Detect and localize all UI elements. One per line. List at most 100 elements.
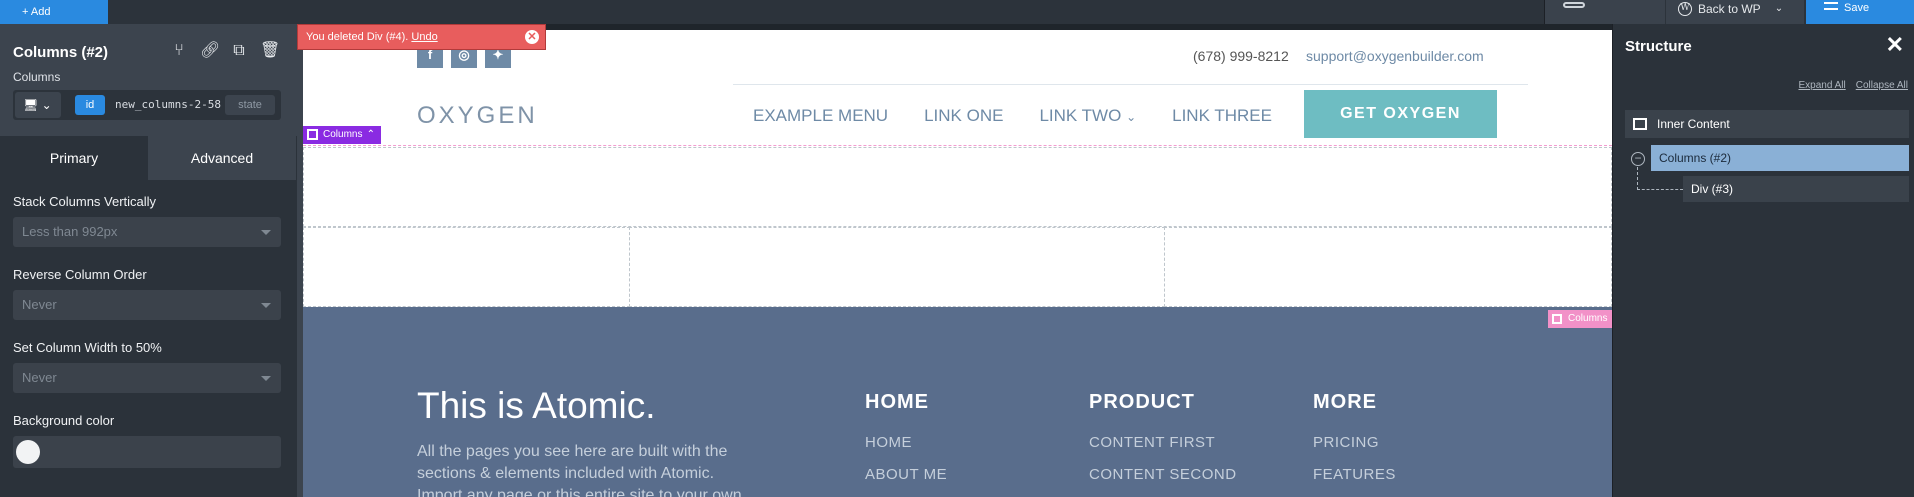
wordpress-icon: W bbox=[1678, 2, 1692, 16]
footer-columns-tag[interactable]: Columns bbox=[1548, 310, 1612, 328]
element-title: Columns (#2) bbox=[13, 44, 109, 61]
footer-heading: HOME bbox=[865, 391, 929, 413]
selection-outline bbox=[303, 145, 1612, 146]
add-button[interactable]: + Add bbox=[0, 0, 108, 24]
close-icon[interactable]: ✕ bbox=[1886, 34, 1904, 56]
column-1[interactable] bbox=[303, 227, 630, 307]
reverse-order-select[interactable]: Never bbox=[13, 290, 281, 320]
site-logo[interactable]: OXYGEN bbox=[417, 102, 538, 130]
footer-link[interactable]: CONTENT FIRST bbox=[1089, 434, 1237, 451]
tree-item-columns[interactable]: Columns (#2) bbox=[1651, 145, 1909, 171]
footer-link[interactable]: CONTENT SECOND bbox=[1089, 466, 1237, 483]
background-color-label: Background color bbox=[13, 413, 115, 428]
expand-all-link[interactable]: Expand All bbox=[1798, 80, 1845, 91]
save-button[interactable]: Save bbox=[1806, 0, 1914, 24]
column-3[interactable] bbox=[1164, 227, 1612, 307]
get-oxygen-button[interactable]: GET OXYGEN bbox=[1304, 90, 1497, 138]
chevron-up-icon[interactable]: ⌃ bbox=[367, 126, 375, 144]
background-color-picker[interactable] bbox=[13, 436, 281, 468]
footer-tag-label: Columns bbox=[1568, 313, 1608, 324]
footer-text: All the pages you see here are built wit… bbox=[417, 443, 742, 497]
device-selector[interactable]: 🖥︎ ⌄ bbox=[15, 92, 61, 118]
move-icon bbox=[307, 129, 318, 140]
duplicate-icon[interactable]: ⧉ bbox=[230, 42, 248, 60]
column-width-label: Set Column Width to 50% bbox=[13, 340, 162, 355]
column-width-select[interactable]: Never bbox=[13, 363, 281, 393]
top-toolbar: + Add W Back to WP ⌄ Save bbox=[0, 0, 1914, 24]
structure-panel: Structure ✕ Expand All Collapse All Inne… bbox=[1612, 24, 1914, 497]
caret-down-icon bbox=[261, 230, 271, 235]
id-badge[interactable]: id bbox=[75, 95, 105, 115]
footer-link[interactable]: FEATURES bbox=[1313, 466, 1396, 483]
footer-link[interactable]: HOME bbox=[865, 434, 947, 451]
menu-icon bbox=[1824, 2, 1838, 10]
main-nav: EXAMPLE MENU LINK ONE LINK TWO ⌄ LINK TH… bbox=[753, 106, 1272, 126]
panel-header: Columns (#2) Columns ⑂ 🔗︎ ⧉ 🗑︎ 🖥︎ ⌄ id n… bbox=[0, 24, 297, 136]
footer-col-more: MORE PRICING FEATURES bbox=[1313, 391, 1396, 483]
column-2[interactable] bbox=[629, 227, 1165, 307]
undo-toast: You deleted Div (#4). Undo ✕ bbox=[297, 24, 546, 50]
collapse-icon[interactable]: − bbox=[1631, 152, 1645, 166]
header-divider bbox=[733, 84, 1528, 85]
caret-down-icon bbox=[261, 303, 271, 308]
id-value[interactable]: new_columns-2-58 bbox=[115, 96, 221, 114]
save-label: Save bbox=[1844, 2, 1870, 14]
tree-item-inner-content[interactable]: Inner Content bbox=[1625, 110, 1909, 138]
trash-icon[interactable]: 🗑︎ bbox=[260, 42, 280, 60]
history-button[interactable] bbox=[1545, 0, 1665, 24]
chevron-down-icon: ⌄ bbox=[1774, 3, 1784, 14]
stack-columns-select[interactable]: Less than 992px bbox=[13, 217, 281, 247]
columns-tag-label: Columns bbox=[323, 129, 363, 140]
page-preview: f ◎ ✦ (678) 999-8212 support@oxygenbuild… bbox=[303, 30, 1612, 497]
nav-link-two[interactable]: LINK TWO ⌄ bbox=[1039, 106, 1136, 126]
footer-heading: PRODUCT bbox=[1089, 391, 1195, 413]
footer-col-product: PRODUCT CONTENT FIRST CONTENT SECOND bbox=[1089, 391, 1237, 483]
chevron-down-icon: ⌄ bbox=[1126, 110, 1137, 124]
panel-tabs: Primary Advanced bbox=[0, 136, 297, 180]
structure-title: Structure bbox=[1625, 38, 1692, 55]
footer-col-home: HOME HOME ABOUT ME bbox=[865, 391, 947, 483]
element-type: Columns bbox=[13, 70, 61, 84]
structure-icon[interactable]: ⑂ bbox=[170, 42, 188, 60]
element-actions: ⑂ 🔗︎ ⧉ 🗑︎ bbox=[170, 42, 280, 60]
state-button[interactable]: state bbox=[225, 95, 275, 115]
columns-selection-tag[interactable]: Columns ⌃ bbox=[303, 126, 381, 144]
back-to-wp-label: Back to WP bbox=[1698, 2, 1761, 16]
footer-heading: MORE bbox=[1313, 391, 1377, 413]
header-email[interactable]: support@oxygenbuilder.com bbox=[1306, 48, 1484, 64]
site-footer: Columns This is Atomic. All the pages yo… bbox=[303, 307, 1612, 497]
nav-link-two-label: LINK TWO bbox=[1039, 106, 1122, 125]
nav-example-menu[interactable]: EXAMPLE MENU bbox=[753, 106, 888, 126]
move-icon bbox=[1552, 314, 1562, 324]
reverse-order-label: Reverse Column Order bbox=[13, 267, 147, 282]
stack-columns-label: Stack Columns Vertically bbox=[13, 194, 157, 209]
toast-message: You deleted Div (#4). bbox=[306, 31, 412, 43]
back-to-wp-button[interactable]: W Back to WP ⌄ bbox=[1666, 0, 1804, 24]
header-phone[interactable]: (678) 999-8212 bbox=[1193, 48, 1289, 64]
selector-row: 🖥︎ ⌄ id new_columns-2-58 state bbox=[13, 90, 281, 120]
nav-link-three[interactable]: LINK THREE bbox=[1172, 106, 1272, 126]
column-width-value: Never bbox=[22, 370, 57, 385]
tree-item-div[interactable]: Div (#3) bbox=[1683, 176, 1909, 202]
footer-link[interactable]: ABOUT ME bbox=[865, 466, 947, 483]
close-icon[interactable]: ✕ bbox=[525, 30, 539, 44]
builder-canvas: f ◎ ✦ (678) 999-8212 support@oxygenbuild… bbox=[303, 24, 1612, 497]
empty-column-row[interactable] bbox=[303, 147, 1612, 227]
tab-advanced[interactable]: Advanced bbox=[148, 136, 296, 180]
collapse-all-link[interactable]: Collapse All bbox=[1856, 80, 1908, 91]
tab-primary[interactable]: Primary bbox=[0, 136, 148, 180]
tree-controls: Expand All Collapse All bbox=[1798, 80, 1908, 91]
history-icon bbox=[1563, 2, 1585, 8]
nav-link-one[interactable]: LINK ONE bbox=[924, 106, 1003, 126]
reverse-order-value: Never bbox=[22, 297, 57, 312]
footer-title: This is Atomic. bbox=[417, 385, 656, 426]
undo-link[interactable]: Undo bbox=[411, 31, 437, 43]
list-icon bbox=[1633, 118, 1647, 130]
tree-item-label: Inner Content bbox=[1657, 117, 1730, 131]
link-icon[interactable]: 🔗︎ bbox=[200, 42, 220, 60]
color-swatch[interactable] bbox=[16, 440, 40, 464]
properties-panel: Columns (#2) Columns ⑂ 🔗︎ ⧉ 🗑︎ 🖥︎ ⌄ id n… bbox=[0, 24, 297, 497]
footer-link[interactable]: PRICING bbox=[1313, 434, 1396, 451]
caret-down-icon bbox=[261, 376, 271, 381]
stack-columns-value: Less than 992px bbox=[22, 224, 118, 239]
